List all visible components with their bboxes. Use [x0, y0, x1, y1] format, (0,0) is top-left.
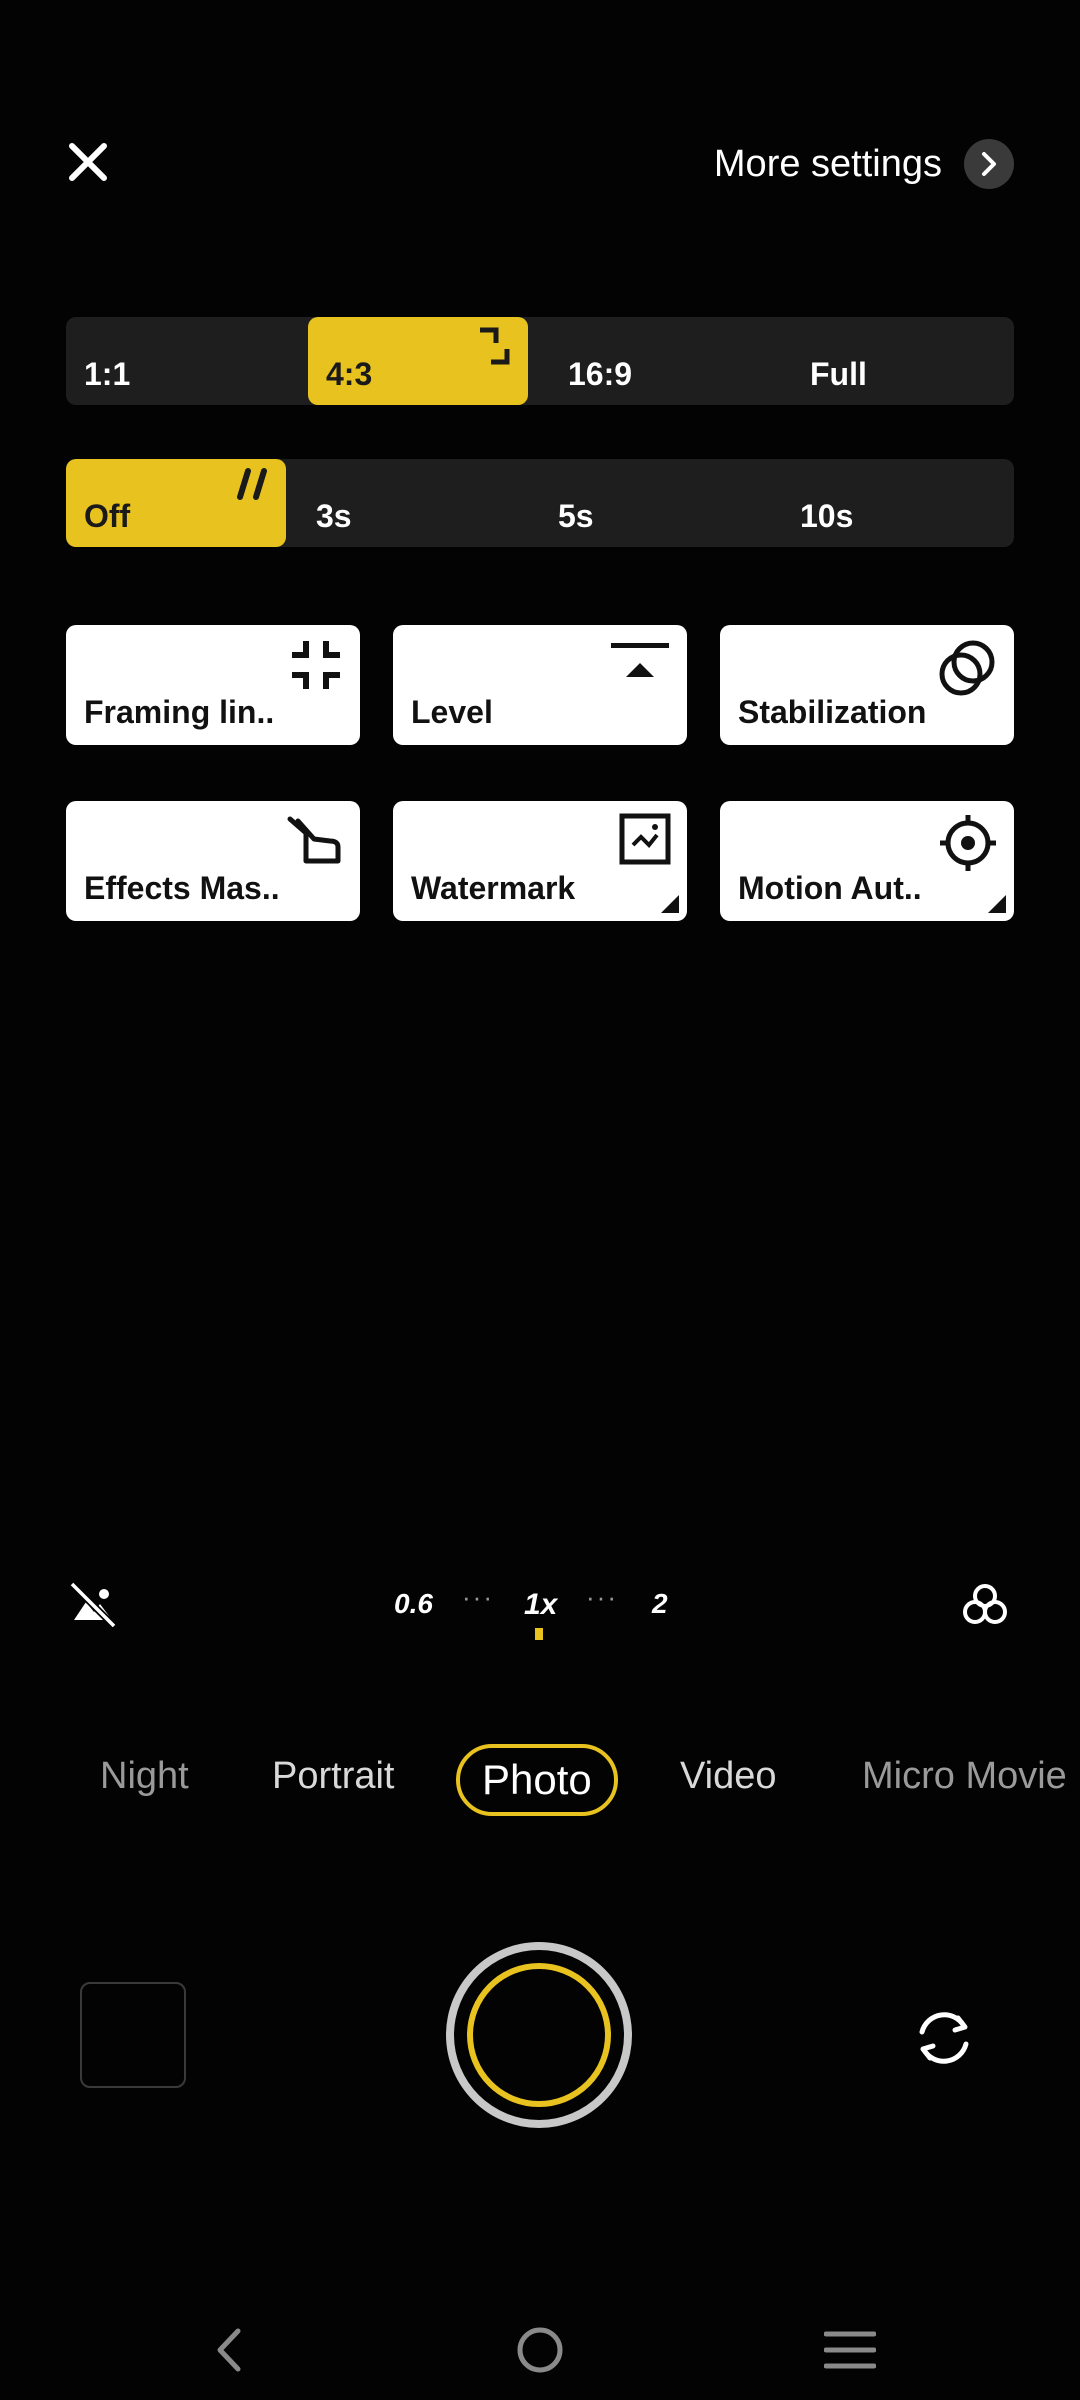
close-icon	[69, 143, 107, 181]
timer-option-10s[interactable]: 10s	[792, 459, 1012, 547]
stabilization-toggle[interactable]: Stabilization	[720, 625, 1014, 745]
timer-option-label: 3s	[316, 498, 352, 534]
more-settings-label: More settings	[713, 142, 942, 185]
nav-back-button[interactable]	[188, 2310, 268, 2390]
watermark-toggle[interactable]: Watermark	[393, 801, 687, 921]
motion-autofocus-toggle[interactable]: Motion Aut..	[720, 801, 1014, 921]
zoom-level-0-6[interactable]: 0.6	[394, 1588, 433, 1620]
menu-icon	[824, 2331, 876, 2369]
zoom-bar: 0.6 ··· 1x ··· 2	[0, 1570, 1080, 1650]
mode-video[interactable]: Video	[680, 1740, 777, 1812]
close-button[interactable]	[56, 130, 120, 194]
mode-micro-movie[interactable]: Micro Movie	[862, 1740, 1067, 1812]
zoom-level-1x[interactable]: 1x	[524, 1588, 557, 1622]
zoom-dots: ···	[462, 1582, 494, 1612]
timer-option-5s[interactable]: 5s	[550, 459, 770, 547]
timer-icon	[236, 467, 270, 508]
switch-camera-button[interactable]	[904, 1998, 984, 2078]
mode-portrait[interactable]: Portrait	[272, 1740, 394, 1812]
expand-corner-icon	[661, 895, 679, 913]
timer-option-3s[interactable]: 3s	[308, 459, 528, 547]
tile-label: Effects Mas..	[84, 870, 280, 906]
back-icon	[217, 2328, 241, 2372]
aspect-option-16-9[interactable]: 16:9	[550, 317, 770, 405]
ai-scene-off-icon[interactable]	[68, 1580, 118, 1635]
tile-label: Level	[411, 694, 493, 730]
level-icon	[609, 637, 671, 690]
tile-label: Stabilization	[738, 694, 927, 730]
aspect-option-label: 16:9	[568, 356, 633, 392]
aspect-ratio-icon	[476, 325, 512, 372]
nav-recents-button[interactable]	[810, 2310, 890, 2390]
zoom-level-2[interactable]: 2	[652, 1588, 668, 1620]
shutter-button[interactable]	[446, 1942, 632, 2128]
aspect-option-full[interactable]: Full	[792, 317, 1012, 405]
level-toggle[interactable]: Level	[393, 625, 687, 745]
aspect-option-4-3[interactable]: 4:3	[308, 317, 528, 405]
tile-label: Framing lin..	[84, 694, 275, 730]
zoom-indicator	[535, 1628, 543, 1640]
watermark-icon	[619, 813, 671, 870]
aspect-option-1-1[interactable]: 1:1	[66, 317, 286, 405]
chevron-right-icon	[964, 139, 1014, 189]
home-icon	[517, 2327, 563, 2373]
zoom-dots: ···	[586, 1582, 618, 1612]
filters-icon[interactable]	[960, 1580, 1010, 1635]
effects-master-icon	[284, 813, 344, 874]
aspect-option-label: 4:3	[326, 356, 373, 392]
stabilization-icon	[936, 637, 998, 704]
expand-corner-icon	[988, 895, 1006, 913]
timer-option-label: 10s	[800, 498, 854, 534]
aspect-ratio-selector: 1:1 4:3 16:9 Full	[66, 317, 1014, 405]
effects-master-toggle[interactable]: Effects Mas..	[66, 801, 360, 921]
shutter-inner	[454, 1950, 624, 2120]
timer-option-label: Off	[84, 498, 131, 534]
framing-lines-icon	[288, 637, 344, 698]
timer-selector: Off 3s 5s 10s	[66, 459, 1014, 547]
timer-option-off[interactable]: Off	[66, 459, 286, 547]
framing-lines-toggle[interactable]: Framing lin..	[66, 625, 360, 745]
tile-label: Motion Aut..	[738, 870, 922, 906]
aspect-option-label: 1:1	[84, 356, 131, 392]
tile-label: Watermark	[411, 870, 576, 906]
aspect-option-label: Full	[810, 356, 867, 392]
gallery-thumbnail[interactable]	[80, 1982, 186, 2088]
switch-camera-icon	[919, 2012, 969, 2064]
timer-option-label: 5s	[558, 498, 594, 534]
motion-autofocus-icon	[938, 813, 998, 878]
mode-photo[interactable]: Photo	[456, 1744, 618, 1816]
more-settings-button[interactable]: More settings	[714, 136, 1014, 192]
nav-home-button[interactable]	[500, 2310, 580, 2390]
shutter-ring	[467, 1963, 611, 2107]
mode-night[interactable]: Night	[100, 1740, 189, 1812]
mode-selector: Night Portrait Photo Video Micro Movie	[0, 1740, 1080, 1820]
